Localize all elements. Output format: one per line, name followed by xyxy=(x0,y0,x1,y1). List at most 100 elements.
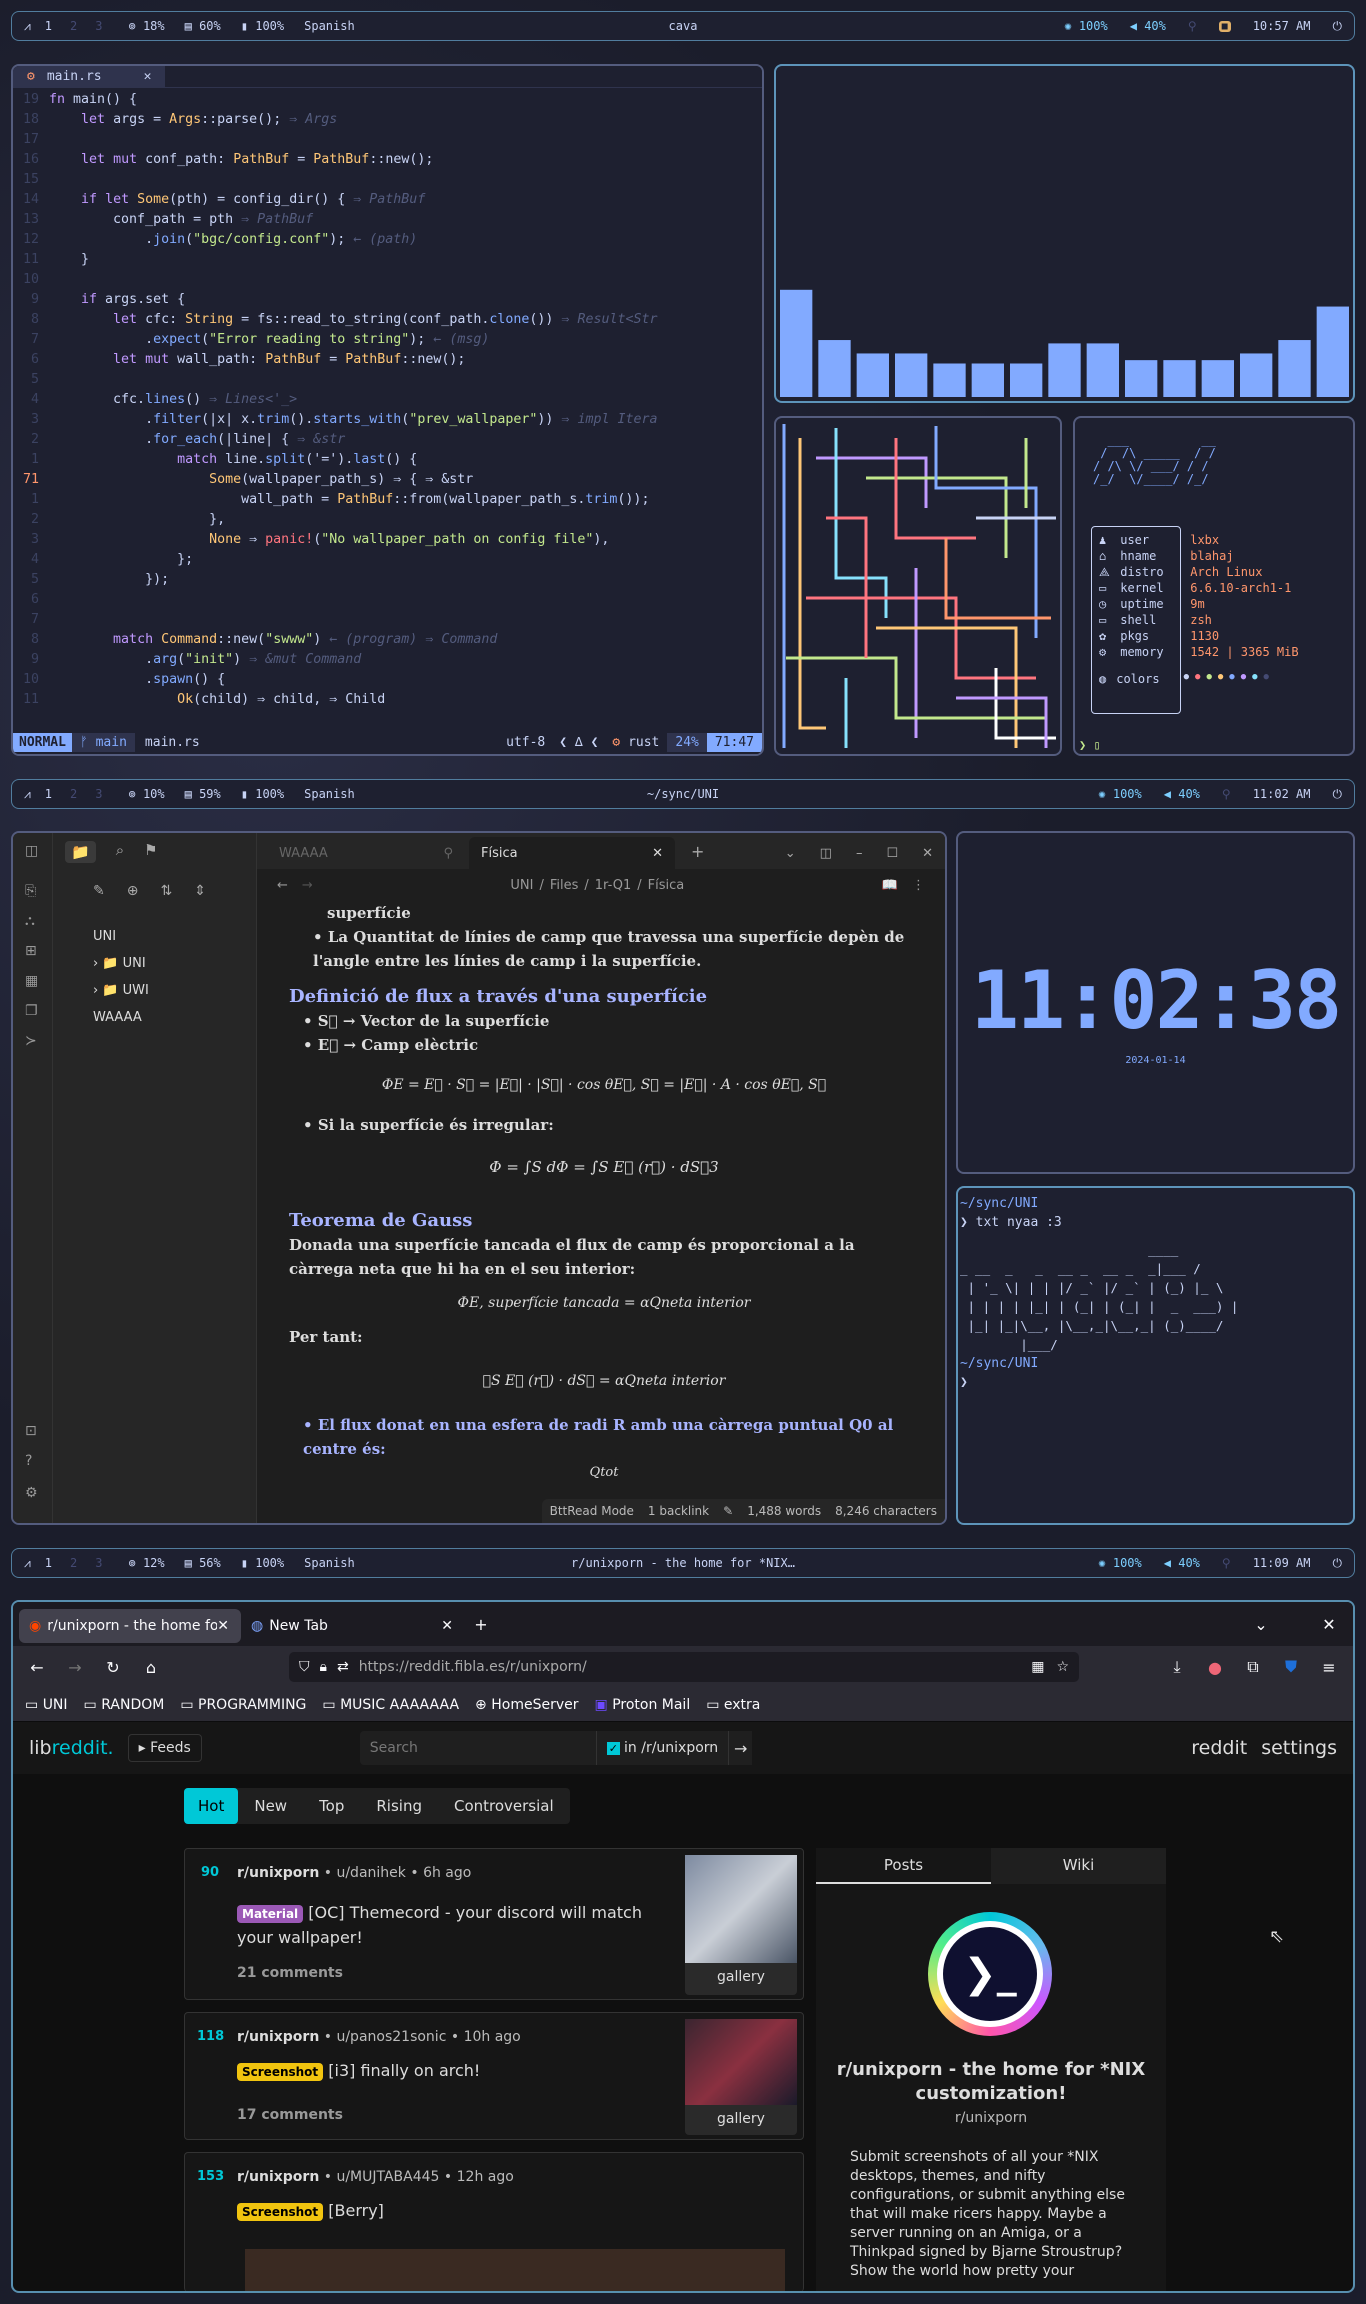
bookmark-homeserver[interactable]: ⊕ HomeServer xyxy=(475,1697,578,1713)
arch-icon[interactable]: ⩘ xyxy=(24,19,31,34)
editor-tab[interactable]: ⚙ main.rs ✕ xyxy=(13,66,166,87)
workspace-2[interactable]: 2 xyxy=(70,19,77,33)
bookmark-star-icon[interactable]: ☆ xyxy=(1056,1659,1069,1675)
lock-icon[interactable]: 🔒︎ xyxy=(320,1659,327,1675)
sidebar-toggle-icon[interactable]: ◫ xyxy=(25,843,38,859)
account-icon[interactable]: ● xyxy=(1205,1658,1225,1677)
pin-icon[interactable]: ⚲ xyxy=(443,846,453,861)
settings-link[interactable]: settings xyxy=(1261,1737,1337,1759)
sort-controversial[interactable]: Controversial xyxy=(438,1788,570,1824)
post-card[interactable]: 118 r/unixporn • u/panos21sonic • 10h ag… xyxy=(184,2012,804,2140)
new-note-icon[interactable]: ✎ xyxy=(93,883,105,899)
back-icon[interactable]: ← xyxy=(27,1658,47,1677)
new-folder-icon[interactable]: ⊕ xyxy=(127,883,139,899)
calendar-icon[interactable]: ▦ xyxy=(25,973,38,989)
code-line[interactable]: 8 let cfc: String = fs::read_to_string(c… xyxy=(13,310,762,330)
bookmark-uni[interactable]: ▭ UNI xyxy=(25,1697,68,1713)
workspace-1[interactable]: 1 xyxy=(45,19,52,33)
bookmark-music[interactable]: ▭ MUSIC AAAAAAA xyxy=(322,1697,459,1713)
code-line[interactable]: 2 }, xyxy=(13,510,762,530)
brightness[interactable]: ✺ 100% xyxy=(1098,787,1141,801)
settings-icon[interactable]: ⚙ xyxy=(25,1485,38,1501)
arch-icon[interactable]: ⩘ xyxy=(24,1556,31,1571)
tab-unixporn[interactable]: ◉ r/unixporn - the home for ✕ xyxy=(19,1609,241,1643)
minimize-icon[interactable]: – xyxy=(856,846,863,861)
tray-icon[interactable]: ■ xyxy=(1218,20,1231,32)
close-icon[interactable]: ✕ xyxy=(441,1618,453,1634)
code-line[interactable]: 4 }; xyxy=(13,550,762,570)
qr-icon[interactable]: ▦ xyxy=(1031,1659,1044,1675)
post-sub[interactable]: r/unixporn xyxy=(237,2029,319,2045)
edit-icon[interactable]: ✎ xyxy=(723,1504,733,1518)
shield-icon[interactable]: ⛉ xyxy=(299,1659,310,1675)
workspace-2[interactable]: 2 xyxy=(70,787,77,801)
code-line[interactable]: 8 match Command::new("swww") ← (program)… xyxy=(13,630,762,650)
help-icon[interactable]: ? xyxy=(25,1453,32,1469)
terminal-output[interactable]: ~/sync/UNI ❯ txt nyaa :3 ____ _ __ _ _ _… xyxy=(960,1194,1238,1392)
workspace-3[interactable]: 3 xyxy=(95,787,102,801)
post-author[interactable]: u/MUJTABA445 xyxy=(336,2169,439,2185)
code-line[interactable]: 7 xyxy=(13,610,762,630)
code-line[interactable]: 14 if let Some(pth) = config_dir() { ⇒ P… xyxy=(13,190,762,210)
pipes-window[interactable] xyxy=(774,416,1062,756)
maximize-icon[interactable]: ☐ xyxy=(886,846,898,861)
extensions-icon[interactable]: ⧉ xyxy=(1243,1657,1263,1677)
feeds-button[interactable]: ▸ Feeds xyxy=(127,1734,202,1762)
read-mode[interactable]: BttRead Mode xyxy=(550,1504,634,1518)
restrict-sub-checkbox[interactable]: ✓ in /r/unixporn xyxy=(595,1731,729,1765)
bitwarden-icon[interactable]: ⛊ xyxy=(1281,1657,1301,1677)
post-comments[interactable]: 21 comments xyxy=(237,1965,343,1981)
terminal-window[interactable]: ~/sync/UNI ❯ txt nyaa :3 ____ _ __ _ _ _… xyxy=(956,1186,1355,1525)
tab-waaaa[interactable]: WAAAA ⚲ xyxy=(263,837,469,869)
code-line[interactable]: 11 } xyxy=(13,250,762,270)
post-card[interactable]: 90 r/unixporn • u/danihek • 6h ago Mater… xyxy=(184,1848,804,2000)
clock-window[interactable]: 11:02:38 2024-01-14 xyxy=(956,831,1355,1174)
new-tab-icon[interactable]: + xyxy=(471,1615,491,1634)
sort-new[interactable]: New xyxy=(238,1788,303,1824)
code-line[interactable]: 5 xyxy=(13,370,762,390)
bookmark-icon[interactable]: ⚑ xyxy=(144,841,157,863)
file-waaaa[interactable]: WAAAA xyxy=(93,1004,149,1031)
folder-uwi[interactable]: › 📁 UWI xyxy=(93,977,149,1004)
workspace-1[interactable]: 1 xyxy=(45,1556,52,1570)
sort-top[interactable]: Top xyxy=(303,1788,360,1824)
arch-icon[interactable]: ⩘ xyxy=(24,787,31,802)
post-title[interactable]: Screenshot [i3] finally on arch! xyxy=(237,2061,480,2081)
file-explorer-icon[interactable]: 📁 xyxy=(65,841,96,863)
code-line[interactable]: 10 xyxy=(13,270,762,290)
url-bar[interactable]: ⛉ 🔒︎ ⇄ https://reddit.fibla.es/r/unixporn/… xyxy=(289,1652,1079,1682)
new-tab-icon[interactable]: + xyxy=(691,842,704,861)
bookmark-extra[interactable]: ▭ extra xyxy=(706,1697,760,1713)
libreddit-logo[interactable]: libreddit. xyxy=(29,1737,114,1759)
bookmark-proton[interactable]: ▣ Proton Mail xyxy=(595,1697,691,1713)
backlinks[interactable]: 1 backlink xyxy=(648,1504,709,1518)
more-options-icon[interactable]: ⋮ xyxy=(912,878,925,893)
post-comments[interactable]: 17 comments xyxy=(237,2107,343,2123)
forward-icon[interactable]: → xyxy=(302,878,313,893)
brightness[interactable]: ✺ 100% xyxy=(1064,19,1107,33)
search-icon[interactable]: ⌕ xyxy=(116,841,124,863)
reading-view-icon[interactable]: 📖 xyxy=(882,878,898,893)
reload-icon[interactable]: ↻ xyxy=(103,1658,123,1677)
code-line[interactable]: 16 let mut conf_path: PathBuf = PathBuf:… xyxy=(13,150,762,170)
code-line[interactable]: 5 }); xyxy=(13,570,762,590)
reddit-link[interactable]: reddit xyxy=(1191,1737,1247,1759)
post-image[interactable] xyxy=(245,2249,785,2291)
code-line[interactable]: 19 fn main() { xyxy=(13,90,762,110)
obsidian-window[interactable]: ◫ ⎘ ⛬ ⊞ ▦ ❐ ≻ ⊡ ? ⚙ 📁 ⌕ ⚑ ✎ ⊕ ⇅ ⇕ UNI › 📁 UNI… xyxy=(11,831,947,1525)
code-line[interactable]: 9 .arg("init") ⇒ &mut Command xyxy=(13,650,762,670)
brightness[interactable]: ✺ 100% xyxy=(1098,1556,1141,1570)
sort-icon[interactable]: ⇅ xyxy=(160,883,172,899)
workspace-2[interactable]: 2 xyxy=(70,1556,77,1570)
code-area[interactable]: 19 fn main() {18 let args = Args::parse()… xyxy=(13,88,762,728)
tab-posts[interactable]: Posts xyxy=(816,1848,991,1884)
tab-wiki[interactable]: Wiki xyxy=(991,1848,1166,1884)
copy-icon[interactable]: ❐ xyxy=(25,1003,38,1019)
volume[interactable]: ◀ 40% xyxy=(1130,19,1166,33)
code-line[interactable]: 7 .expect("Error reading to string"); ← … xyxy=(13,330,762,350)
workspace-1[interactable]: 1 xyxy=(45,787,52,801)
post-card[interactable]: 153 r/unixporn • u/MUJTABA445 • 12h ago … xyxy=(184,2152,804,2291)
code-line[interactable]: 2 .for_each(|line| { ⇒ &str xyxy=(13,430,762,450)
code-line[interactable]: 3 .filter(|x| x.trim().starts_with("prev… xyxy=(13,410,762,430)
workspace-3[interactable]: 3 xyxy=(95,19,102,33)
